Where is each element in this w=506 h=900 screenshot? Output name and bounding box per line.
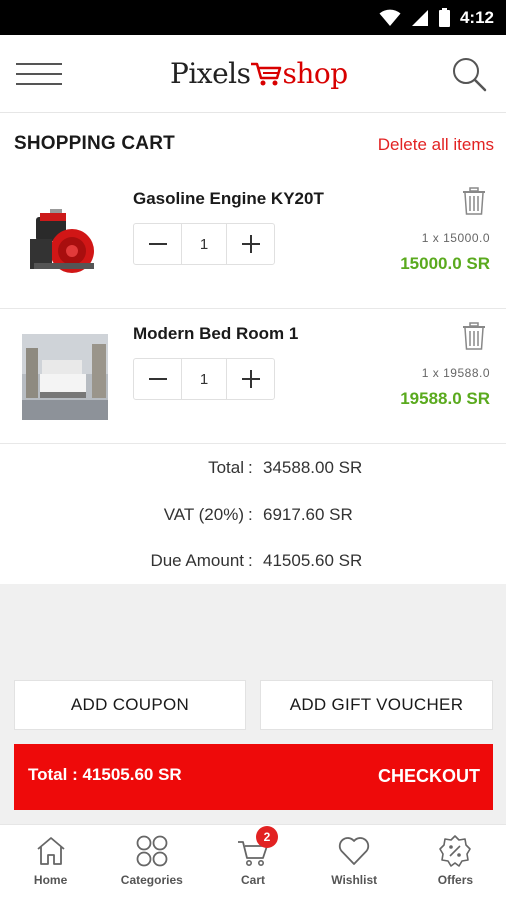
nav-offers[interactable]: Offers xyxy=(405,825,506,900)
add-gift-voucher-button[interactable]: ADD GIFT VOUCHER xyxy=(260,680,493,730)
offers-badge-icon xyxy=(439,835,472,867)
heart-icon xyxy=(339,837,370,865)
logo-text-shop: shop xyxy=(282,56,348,90)
quantity-stepper: 1 xyxy=(133,358,275,400)
product-name[interactable]: Gasoline Engine KY20T xyxy=(133,189,324,209)
nav-cart[interactable]: Cart xyxy=(202,825,303,900)
menu-icon-line xyxy=(16,73,62,75)
quantity-value: 1 xyxy=(181,359,227,399)
nav-cart-label: Cart xyxy=(241,873,266,887)
minus-icon xyxy=(148,378,167,380)
total-value: 34588.00 SR xyxy=(263,458,363,477)
total-row: Total : 34588.00 SR xyxy=(0,458,506,482)
due-amount-value: 41505.60 SR xyxy=(263,551,363,570)
menu-icon xyxy=(16,63,62,65)
nav-wishlist[interactable]: Wishlist xyxy=(304,825,405,900)
remove-item-button[interactable] xyxy=(462,187,486,215)
item-price: 15000.0 SR xyxy=(400,254,490,273)
logo-text-pixels: Pixels xyxy=(170,56,251,90)
home-icon xyxy=(37,837,65,865)
nav-categories[interactable]: Categories xyxy=(101,825,202,900)
nav-offers-label: Offers xyxy=(437,873,474,887)
search-icon xyxy=(453,58,487,92)
vat-value: 6917.60 SR xyxy=(263,505,353,524)
checkout-button[interactable]: Total : 41505.60 SR CHECKOUT xyxy=(14,744,493,810)
vat-colon: : xyxy=(248,505,253,524)
nav-home-label: Home xyxy=(33,873,68,887)
product-image-gasoline-engine[interactable] xyxy=(22,199,108,285)
signal-icon xyxy=(411,9,428,26)
cart-item: Gasoline Engine KY20T 1 1 x 15000.0 1500… xyxy=(0,175,506,309)
trash-icon xyxy=(463,322,485,350)
decrease-quantity-button[interactable] xyxy=(134,359,181,399)
increase-quantity-button[interactable] xyxy=(227,359,274,399)
status-bar: 4:12 xyxy=(0,0,506,35)
total-label: Total xyxy=(208,458,244,477)
item-price: 19588.0 SR xyxy=(400,389,490,408)
menu-icon-line xyxy=(16,83,62,85)
vat-row: VAT (20%) : 6917.60 SR xyxy=(0,505,506,529)
cart-header: SHOPPING CART Delete all items xyxy=(0,113,506,175)
search-button[interactable] xyxy=(450,55,488,93)
plus-icon xyxy=(241,235,260,253)
page-title: SHOPPING CART xyxy=(14,133,175,154)
status-time: 4:12 xyxy=(459,7,494,27)
menu-button[interactable] xyxy=(14,57,64,91)
categories-icon xyxy=(136,835,168,867)
trash-icon xyxy=(463,187,485,215)
plus-icon xyxy=(241,370,260,388)
app-header: Pixels shop xyxy=(0,35,506,113)
unit-price-line: 1 x 19588.0 xyxy=(421,366,490,380)
add-coupon-button[interactable]: ADD COUPON xyxy=(14,680,246,730)
due-amount-label: Due Amount xyxy=(150,551,244,570)
cart-item: Modern Bed Room 1 1 1 x 19588.0 19588.0 … xyxy=(0,310,506,444)
wifi-icon xyxy=(379,9,401,26)
unit-price-line: 1 x 15000.0 xyxy=(421,231,490,245)
battery-icon xyxy=(438,8,450,27)
remove-item-button[interactable] xyxy=(462,322,486,350)
cart-count-badge: 2 xyxy=(256,826,278,848)
product-image-bed-room[interactable] xyxy=(22,334,108,420)
due-amount-row: Due Amount : 41505.60 SR xyxy=(0,551,506,575)
vat-label: VAT (20%) xyxy=(163,505,244,524)
checkout-label: CHECKOUT xyxy=(378,766,480,786)
increase-quantity-button[interactable] xyxy=(227,224,274,264)
logo-cart-icon xyxy=(251,62,282,86)
bottom-navigation: Home Categories Cart Wishlist Offers xyxy=(0,824,506,900)
nav-categories-label: Categories xyxy=(120,873,183,887)
decrease-quantity-button[interactable] xyxy=(134,224,181,264)
delete-all-button[interactable]: Delete all items xyxy=(378,135,494,155)
checkout-total: Total : 41505.60 SR xyxy=(28,765,182,784)
nav-home[interactable]: Home xyxy=(0,825,101,900)
quantity-stepper: 1 xyxy=(133,223,275,265)
product-name[interactable]: Modern Bed Room 1 xyxy=(133,324,298,344)
order-summary: Total : 34588.00 SR VAT (20%) : 6917.60 … xyxy=(0,444,506,584)
due-amount-colon: : xyxy=(248,551,253,570)
cart-actions-area: ADD COUPON ADD GIFT VOUCHER Total : 4150… xyxy=(0,584,506,824)
quantity-value: 1 xyxy=(181,224,227,264)
minus-icon xyxy=(148,243,167,245)
logo[interactable]: Pixels shop xyxy=(170,53,348,93)
nav-wishlist-label: Wishlist xyxy=(331,873,378,887)
total-colon: : xyxy=(248,458,253,477)
